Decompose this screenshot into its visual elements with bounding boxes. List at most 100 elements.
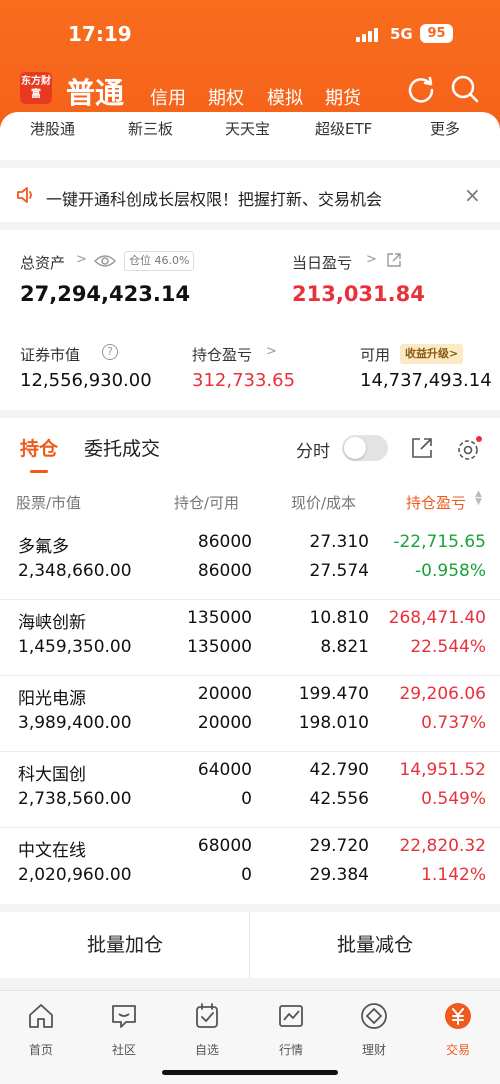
table-row[interactable]: 科大国创 2,738,560.00 64000 0 42.790 42.556 … <box>0 752 500 828</box>
stock-avail: 0 <box>241 865 252 885</box>
home-icon <box>29 1004 53 1028</box>
stock-name: 海峡创新 <box>18 613 86 633</box>
notice-banner[interactable]: 一键开通科创成长层权限！把握打新、交易机会 × <box>0 168 500 222</box>
fenshi-toggle[interactable] <box>342 435 388 461</box>
tab-label: 行情 <box>278 1043 303 1057</box>
stock-pl: 268,471.40 <box>388 608 486 628</box>
stock-price: 199.470 <box>298 684 369 704</box>
watchlist-icon <box>196 1003 218 1028</box>
diamond-icon <box>361 1003 387 1029</box>
notice-text: 一键开通科创成长层权限！把握打新、交易机会 <box>46 190 383 209</box>
col-price[interactable]: 现价/成本 <box>291 492 356 513</box>
col-stock[interactable]: 股票/市值 <box>16 492 81 513</box>
tab-label: 理财 <box>361 1043 386 1057</box>
daily-pl-value: 213,031.84 <box>292 282 425 306</box>
table-row[interactable]: 中文在线 2,020,960.00 68000 0 29.720 29.384 … <box>0 828 500 904</box>
stock-pl: -22,715.65 <box>393 532 486 552</box>
chevron-right-icon: > <box>266 344 277 359</box>
stock-cost: 29.384 <box>309 865 369 885</box>
settings-icon[interactable] <box>455 435 483 463</box>
chevron-right-icon: > <box>366 252 377 267</box>
stock-pl-pct: 0.737% <box>421 713 486 733</box>
tab-credit[interactable]: 信用 <box>150 84 186 110</box>
batch-add-button[interactable]: 批量加仓 <box>0 912 250 978</box>
stock-pl: 14,951.52 <box>399 760 486 780</box>
share-icon[interactable] <box>386 252 402 268</box>
stock-cost: 42.556 <box>309 789 369 809</box>
table-row[interactable]: 多氟多 2,348,660.00 86000 86000 27.310 27.5… <box>0 524 500 600</box>
tab-indicator <box>30 470 48 473</box>
tab-trade[interactable]: 交易 <box>428 1001 488 1058</box>
refresh-icon[interactable] <box>406 74 436 104</box>
tab-market[interactable]: 行情 <box>261 1001 321 1058</box>
total-assets-value: 27,294,423.14 <box>20 282 191 306</box>
stock-mv: 1,459,350.00 <box>18 637 132 657</box>
yield-upgrade-badge[interactable]: 收益升级> <box>400 344 464 364</box>
stock-name: 阳光电源 <box>18 689 86 709</box>
stock-mv: 3,989,400.00 <box>18 713 132 733</box>
stock-pl-pct: -0.958% <box>415 561 486 581</box>
market-value-label: 证券市值 <box>20 346 81 364</box>
sort-icon[interactable]: ▲ ▼ <box>475 490 482 507</box>
nav-neeq[interactable]: 新三板 <box>128 118 173 139</box>
chat-icon <box>112 1005 136 1028</box>
tab-orders[interactable]: 委托成交 <box>84 434 160 461</box>
tab-normal[interactable]: 普通 <box>66 70 124 112</box>
speaker-icon <box>17 187 32 203</box>
asset-summary: 总资产 > 仓位 46.0% 27,294,423.14 当日盈亏 > 213,… <box>0 230 500 410</box>
quick-nav: 港股通 新三板 天天宝 超级ETF 更多 <box>0 112 500 160</box>
chart-icon <box>279 1005 303 1027</box>
tab-simulated[interactable]: 模拟 <box>267 84 303 110</box>
close-icon[interactable]: × <box>464 183 481 207</box>
tab-home[interactable]: 首页 <box>11 1001 71 1058</box>
battery-icon: 95 <box>420 24 453 43</box>
stock-hold: 20000 <box>197 684 252 704</box>
tab-options[interactable]: 期权 <box>208 84 244 110</box>
help-icon[interactable]: ? <box>102 344 118 360</box>
position-badge: 仓位 46.0% <box>124 251 195 271</box>
stock-avail: 86000 <box>197 561 252 581</box>
stock-hold: 86000 <box>197 532 252 552</box>
stock-name: 中文在线 <box>18 841 86 861</box>
stock-pl-pct: 0.549% <box>421 789 486 809</box>
yuan-icon <box>445 1003 471 1029</box>
available-value: 14,737,493.14 <box>360 370 492 391</box>
col-pl[interactable]: 持仓盈亏 <box>406 492 466 513</box>
total-assets-label: 总资产 <box>20 254 66 272</box>
nav-more[interactable]: 更多 <box>430 118 460 139</box>
nav-tiantianbao[interactable]: 天天宝 <box>225 118 270 139</box>
nav-hk-connect[interactable]: 港股通 <box>30 118 75 139</box>
hold-pl-value: 312,733.65 <box>192 370 296 391</box>
table-row[interactable]: 海峡创新 1,459,350.00 135000 135000 10.810 8… <box>0 600 500 676</box>
home-indicator <box>162 1070 338 1075</box>
stock-price: 10.810 <box>309 608 369 628</box>
fenshi-label: 分时 <box>296 442 330 462</box>
stock-price: 29.720 <box>309 836 369 856</box>
chevron-right-icon: > <box>76 252 87 267</box>
stock-pl: 22,820.32 <box>399 836 486 856</box>
stock-cost: 27.574 <box>309 561 369 581</box>
eye-icon[interactable] <box>94 254 116 268</box>
tab-watchlist[interactable]: 自选 <box>177 1001 237 1058</box>
tab-label: 自选 <box>194 1043 219 1057</box>
tab-wealth[interactable]: 理财 <box>344 1001 404 1058</box>
tab-holdings[interactable]: 持仓 <box>20 434 58 461</box>
tab-futures[interactable]: 期货 <box>325 84 361 110</box>
table-row[interactable]: 阳光电源 3,989,400.00 20000 20000 199.470 19… <box>0 676 500 752</box>
tab-community[interactable]: 社区 <box>94 1001 154 1058</box>
nav-super-etf[interactable]: 超级ETF <box>315 118 372 139</box>
stock-mv: 2,020,960.00 <box>18 865 132 885</box>
batch-reduce-button[interactable]: 批量减仓 <box>250 912 500 978</box>
export-icon[interactable] <box>410 436 434 460</box>
available-label: 可用 <box>360 346 391 364</box>
stock-hold: 68000 <box>197 836 252 856</box>
stock-pl: 29,206.06 <box>399 684 486 704</box>
network-label: 5G <box>390 25 413 43</box>
stock-name: 多氟多 <box>18 537 69 557</box>
search-icon[interactable] <box>450 74 480 104</box>
position-pct: 46.0% <box>154 254 190 267</box>
batch-actions: 批量加仓 批量减仓 <box>0 912 500 978</box>
stock-avail: 20000 <box>197 713 252 733</box>
stock-cost: 8.821 <box>320 637 369 657</box>
col-position[interactable]: 持仓/可用 <box>174 492 239 513</box>
